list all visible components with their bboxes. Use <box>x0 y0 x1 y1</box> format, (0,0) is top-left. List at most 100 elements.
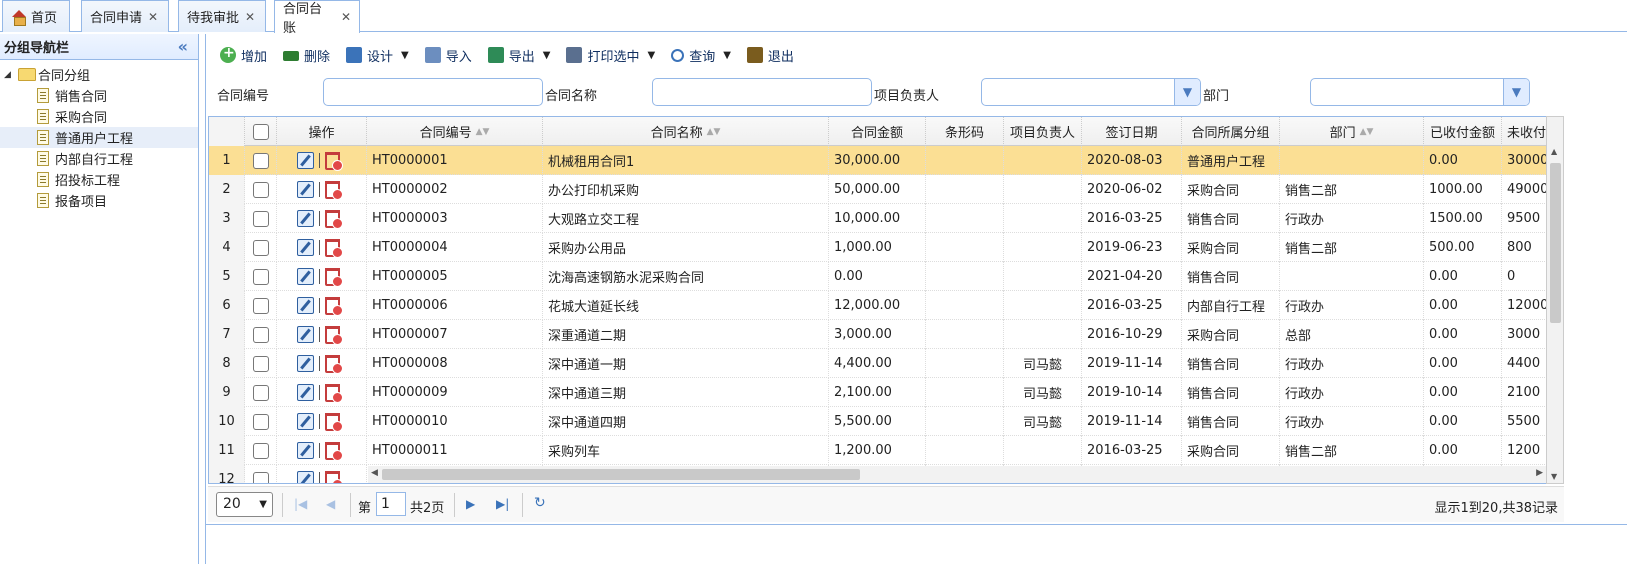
delete-row-icon[interactable] <box>325 412 343 432</box>
row-checkbox[interactable] <box>252 355 269 372</box>
edit-icon[interactable] <box>297 181 314 198</box>
tree-node-filing[interactable]: 报备项目 <box>0 190 198 211</box>
export-button[interactable]: 导出 ▼ <box>487 46 551 65</box>
table-row[interactable]: 4 HT0000004 采购办公用品 1,000.00 2019-06-23 采购合同 销售… <box>209 233 1547 262</box>
row-checkbox[interactable] <box>252 326 269 343</box>
table-row[interactable]: 9 HT0000009 深中通道三期 2,100.00 司马懿 2019-10-14 销售合… <box>209 378 1547 407</box>
expand-toggle-icon[interactable]: ◢ <box>4 70 14 80</box>
delete-row-icon[interactable] <box>325 383 343 403</box>
caret-down-icon[interactable]: ▼ <box>648 50 656 61</box>
header-department[interactable]: 部门 ▲▼ <box>1280 117 1424 146</box>
delete-row-icon[interactable] <box>325 180 343 200</box>
exit-button[interactable]: 退出 <box>746 46 794 65</box>
project-owner-combo[interactable]: ▼ <box>981 78 1201 106</box>
table-row[interactable]: 11 HT0000011 采购列车 1,200.00 2016-03-25 采购合同 销售二… <box>209 436 1547 465</box>
header-unpaid-amount[interactable]: 未收付金 <box>1502 117 1547 146</box>
department-combo[interactable]: ▼ <box>1310 78 1530 106</box>
tab-pending-approval[interactable]: 待我审批 ✕ <box>178 0 266 32</box>
scroll-up-icon[interactable]: ▲ <box>1551 147 1557 156</box>
edit-icon[interactable] <box>297 355 314 372</box>
row-checkbox[interactable] <box>252 268 269 285</box>
chevron-down-icon[interactable]: ▼ <box>1174 79 1200 105</box>
table-row[interactable]: 3 HT0000003 大观路立交工程 10,000.00 2016-03-25 销售合同… <box>209 204 1547 233</box>
row-checkbox[interactable] <box>252 413 269 430</box>
close-icon[interactable]: ✕ <box>148 10 158 24</box>
sort-icon[interactable]: ▲▼ <box>1360 127 1374 137</box>
last-page-icon[interactable]: ▶| <box>496 497 509 511</box>
delete-row-icon[interactable] <box>325 209 343 229</box>
delete-row-icon[interactable] <box>325 238 343 258</box>
first-page-icon[interactable]: |◀ <box>294 497 307 511</box>
select-all-checkbox[interactable] <box>252 123 269 140</box>
prev-page-icon[interactable]: ◀ <box>326 497 335 511</box>
edit-icon[interactable] <box>297 152 314 169</box>
tree-node-purchase[interactable]: 采购合同 <box>0 106 198 127</box>
sort-icon[interactable]: ▲▼ <box>707 127 721 137</box>
delete-row-icon[interactable] <box>325 441 343 461</box>
delete-row-icon[interactable] <box>325 325 343 345</box>
vertical-scrollbar[interactable]: ▲ ▼ <box>1546 116 1564 484</box>
edit-icon[interactable] <box>297 297 314 314</box>
scroll-right-icon[interactable]: ▶ <box>1536 468 1543 478</box>
row-checkbox[interactable] <box>252 442 269 459</box>
delete-button[interactable]: 删除 <box>283 46 330 65</box>
delete-row-icon[interactable] <box>325 354 343 374</box>
import-button[interactable]: 导入 <box>424 46 472 65</box>
tab-contract-apply[interactable]: 合同申请 ✕ <box>81 0 169 32</box>
edit-icon[interactable] <box>297 239 314 256</box>
close-icon[interactable]: ✕ <box>245 10 255 24</box>
delete-row-icon[interactable] <box>325 470 343 483</box>
scroll-thumb[interactable] <box>382 469 860 480</box>
page-size-select[interactable]: 20 ▼ <box>216 492 273 517</box>
tree-node-normal-user[interactable]: 普通用户工程 <box>0 127 198 148</box>
delete-row-icon[interactable] <box>325 267 343 287</box>
tree-node-internal[interactable]: 内部自行工程 <box>0 148 198 169</box>
add-button[interactable]: 增加 <box>220 45 267 65</box>
delete-row-icon[interactable] <box>325 151 343 171</box>
header-contract-group[interactable]: 合同所属分组 <box>1182 117 1280 146</box>
header-paid-amount[interactable]: 已收付金额 <box>1424 117 1502 146</box>
row-checkbox[interactable] <box>252 152 269 169</box>
row-checkbox[interactable] <box>252 210 269 227</box>
table-row[interactable]: 8 HT0000008 深中通道一期 4,400.00 司马懿 2019-11-14 销售合… <box>209 349 1547 378</box>
edit-icon[interactable] <box>297 326 314 343</box>
sort-icon[interactable]: ▲▼ <box>476 127 490 137</box>
collapse-icon[interactable]: « <box>178 37 188 56</box>
header-contract-no[interactable]: 合同编号 ▲▼ <box>367 117 543 146</box>
table-row[interactable]: 6 HT0000006 花城大道延长线 12,000.00 2016-03-25 内部自行… <box>209 291 1547 320</box>
row-checkbox[interactable] <box>252 384 269 401</box>
row-checkbox[interactable] <box>252 471 269 483</box>
next-page-icon[interactable]: ▶ <box>466 497 475 511</box>
caret-down-icon[interactable]: ▼ <box>723 50 731 61</box>
design-button[interactable]: 设计 ▼ <box>346 46 409 65</box>
header-project-owner[interactable]: 项目负责人 <box>1004 117 1082 146</box>
tab-home[interactable]: 首页 <box>2 0 70 32</box>
query-button[interactable]: 查询 ▼ <box>671 46 731 65</box>
caret-down-icon[interactable]: ▼ <box>401 50 409 61</box>
tree-node-bidding[interactable]: 招投标工程 <box>0 169 198 190</box>
chevron-down-icon[interactable]: ▼ <box>1503 79 1529 105</box>
table-row[interactable]: 2 HT0000002 办公打印机采购 50,000.00 2020-06-02 采购合同… <box>209 175 1547 204</box>
table-row[interactable]: 10 HT0000010 深中通道四期 5,500.00 司马懿 2019-11-14 销售… <box>209 407 1547 436</box>
refresh-icon[interactable]: ↻ <box>534 495 546 511</box>
edit-icon[interactable] <box>297 471 314 483</box>
contract-no-input[interactable] <box>323 78 543 106</box>
caret-down-icon[interactable]: ▼ <box>543 50 551 61</box>
table-row[interactable]: 7 HT0000007 深重通道二期 3,000.00 2016-10-29 采购合同 总部… <box>209 320 1547 349</box>
scroll-thumb[interactable] <box>1550 163 1561 323</box>
row-checkbox[interactable] <box>252 239 269 256</box>
row-checkbox[interactable] <box>252 181 269 198</box>
header-contract-amount[interactable]: 合同金额 <box>829 117 926 146</box>
tree-node-sales[interactable]: 销售合同 <box>0 85 198 106</box>
tab-contract-ledger[interactable]: 合同台账 ✕ <box>274 0 360 36</box>
edit-icon[interactable] <box>297 413 314 430</box>
edit-icon[interactable] <box>297 210 314 227</box>
edit-icon[interactable] <box>297 442 314 459</box>
contract-name-input[interactable] <box>652 78 872 106</box>
print-selected-button[interactable]: 打印选中 ▼ <box>566 46 655 65</box>
header-contract-name[interactable]: 合同名称 ▲▼ <box>543 117 829 146</box>
tree-node-root[interactable]: ◢ 合同分组 <box>0 64 198 85</box>
scroll-down-icon[interactable]: ▼ <box>1551 472 1557 481</box>
header-sign-date[interactable]: 签订日期 <box>1082 117 1182 146</box>
close-icon[interactable]: ✕ <box>341 10 351 24</box>
